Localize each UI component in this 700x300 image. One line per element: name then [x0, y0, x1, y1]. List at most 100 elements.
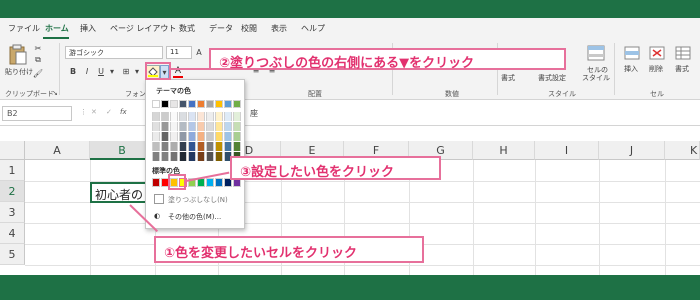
menu-file[interactable]: ファイル [8, 23, 40, 34]
theme-color-swatch[interactable] [197, 152, 205, 161]
insert-cells-icon[interactable] [622, 44, 642, 62]
italic-button[interactable]: I [82, 65, 92, 77]
palette-icon[interactable]: ◐ [154, 212, 160, 220]
row-header[interactable]: 3 [0, 202, 25, 223]
theme-color-swatch[interactable] [179, 142, 187, 151]
menu-help[interactable]: ヘルプ [301, 23, 325, 34]
theme-color-swatch[interactable] [152, 142, 160, 151]
more-colors-option[interactable]: その他の色(M)... [168, 212, 221, 222]
theme-color-swatch[interactable] [161, 132, 169, 141]
theme-color-swatch[interactable] [215, 142, 223, 151]
conditional-format-label[interactable]: 書式 [501, 73, 515, 83]
theme-color-swatch[interactable] [161, 152, 169, 161]
select-all-corner[interactable] [0, 141, 25, 160]
confirm-icon[interactable]: ✓ [106, 108, 112, 116]
theme-color-swatch[interactable] [179, 112, 187, 121]
font-size-combo[interactable]: 11 [166, 46, 192, 59]
theme-color-swatch[interactable] [224, 100, 232, 108]
border-icon[interactable]: ⊞ [118, 65, 134, 77]
theme-color-swatch[interactable] [215, 152, 223, 161]
standard-color-swatch[interactable] [206, 178, 214, 187]
theme-color-swatch[interactable] [206, 122, 214, 131]
theme-color-swatch[interactable] [152, 132, 160, 141]
theme-color-swatch[interactable] [197, 100, 205, 108]
theme-color-swatch[interactable] [161, 142, 169, 151]
standard-color-swatch[interactable] [152, 178, 160, 187]
theme-color-swatch[interactable] [152, 100, 160, 108]
chevron-down-icon[interactable]: ▾ [108, 65, 116, 77]
row-header[interactable]: 5 [0, 244, 25, 265]
format-as-table-label[interactable]: 書式設定 [538, 73, 566, 83]
increase-font-icon[interactable]: A [194, 46, 204, 58]
theme-color-swatch[interactable] [170, 152, 178, 161]
theme-color-swatch[interactable] [170, 100, 178, 108]
menu-page-layout[interactable]: ページ レイアウト [110, 23, 176, 34]
column-header[interactable]: H [473, 141, 535, 160]
theme-color-swatch[interactable] [215, 132, 223, 141]
column-header[interactable]: K [665, 141, 700, 160]
format-painter-icon[interactable]: 🖌 [33, 68, 43, 78]
row-header[interactable]: 1 [0, 160, 25, 181]
theme-color-swatch[interactable] [233, 122, 241, 131]
name-box[interactable]: B2 [2, 106, 72, 121]
clipboard-launcher-icon[interactable]: ↘ [52, 89, 58, 97]
theme-color-swatch[interactable] [197, 132, 205, 141]
theme-color-swatch[interactable] [161, 112, 169, 121]
paste-label[interactable]: 貼り付け [5, 67, 33, 77]
theme-color-swatch[interactable] [161, 122, 169, 131]
menu-review[interactable]: 校閲 [241, 23, 257, 34]
theme-color-swatch[interactable] [233, 132, 241, 141]
delete-cells-label[interactable]: 削除 [649, 64, 663, 74]
no-fill-icon[interactable] [154, 194, 164, 204]
theme-color-swatch[interactable] [179, 100, 187, 108]
theme-color-swatch[interactable] [224, 142, 232, 151]
copy-icon[interactable]: ⧉ [33, 55, 43, 65]
theme-color-swatch[interactable] [233, 100, 241, 108]
theme-color-swatch[interactable] [206, 132, 214, 141]
theme-color-swatch[interactable] [188, 142, 196, 151]
theme-color-swatch[interactable] [188, 122, 196, 131]
theme-color-swatch[interactable] [233, 142, 241, 151]
format-cells-label[interactable]: 書式 [675, 64, 689, 74]
theme-color-swatch[interactable] [215, 100, 223, 108]
theme-color-swatch[interactable] [215, 112, 223, 121]
theme-color-swatch[interactable] [170, 142, 178, 151]
underline-button[interactable]: U [96, 65, 106, 77]
theme-color-swatch[interactable] [233, 112, 241, 121]
no-fill-option[interactable]: 塗りつぶしなし(N) [168, 195, 228, 205]
theme-color-swatch[interactable] [188, 100, 196, 108]
theme-color-swatch[interactable] [179, 152, 187, 161]
theme-color-swatch[interactable] [152, 112, 160, 121]
theme-color-swatch[interactable] [152, 152, 160, 161]
cancel-icon[interactable]: ✕ [91, 108, 97, 116]
theme-color-swatch[interactable] [170, 122, 178, 131]
theme-color-swatch[interactable] [179, 132, 187, 141]
insert-cells-label[interactable]: 挿入 [624, 64, 638, 74]
column-header[interactable]: J [599, 141, 665, 160]
theme-color-swatch[interactable] [197, 142, 205, 151]
column-header[interactable]: I [535, 141, 599, 160]
theme-color-swatch[interactable] [152, 122, 160, 131]
theme-color-swatch[interactable] [224, 122, 232, 131]
bold-button[interactable]: B [68, 65, 78, 77]
theme-color-swatch[interactable] [188, 132, 196, 141]
theme-color-swatch[interactable] [188, 112, 196, 121]
menu-data[interactable]: データ [209, 23, 233, 34]
theme-color-swatch[interactable] [188, 152, 196, 161]
theme-color-swatch[interactable] [161, 100, 169, 108]
standard-color-swatch[interactable] [215, 178, 223, 187]
insert-function-button[interactable]: fx [120, 108, 127, 116]
theme-color-swatch[interactable] [206, 142, 214, 151]
font-name-combo[interactable]: 游ゴシック [65, 46, 163, 59]
theme-color-swatch[interactable] [179, 122, 187, 131]
menu-view[interactable]: 表示 [271, 23, 287, 34]
theme-color-swatch[interactable] [206, 112, 214, 121]
theme-color-swatch[interactable] [206, 100, 214, 108]
cut-icon[interactable]: ✂ [33, 43, 43, 53]
format-cells-icon[interactable] [673, 44, 693, 62]
menu-insert[interactable]: 挿入 [80, 23, 96, 34]
theme-color-swatch[interactable] [224, 132, 232, 141]
formula-content[interactable]: 座 [250, 108, 258, 119]
theme-color-swatch[interactable] [170, 112, 178, 121]
row-header[interactable]: 2 [0, 181, 25, 202]
